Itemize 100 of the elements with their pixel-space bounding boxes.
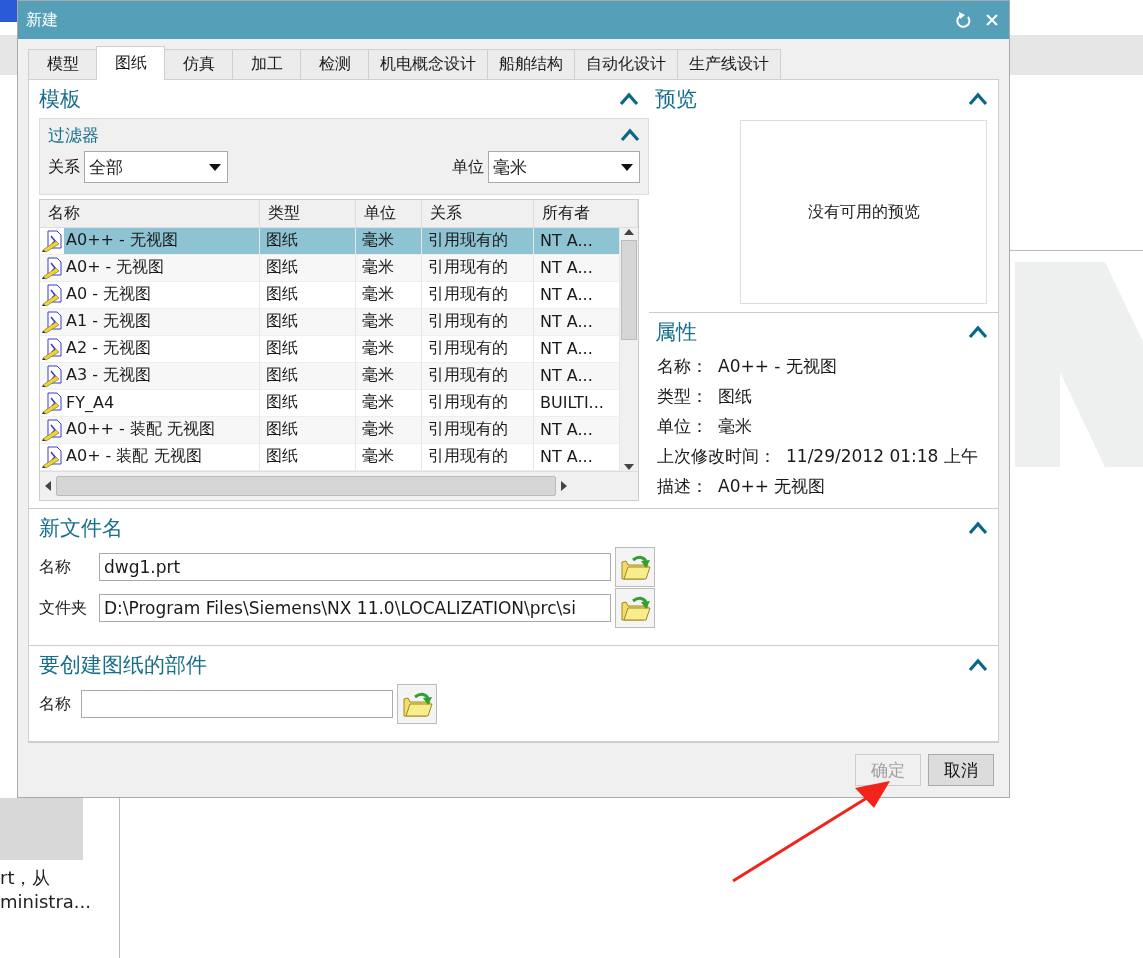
browse-button[interactable] bbox=[615, 588, 655, 629]
drawing-icon bbox=[42, 390, 62, 415]
tab[interactable]: 加工 bbox=[232, 49, 301, 79]
property-label: 名称： bbox=[657, 354, 708, 378]
table-cell: 图纸 bbox=[260, 335, 356, 362]
close-button[interactable] bbox=[985, 13, 999, 27]
table-cell: 引用现有的 bbox=[422, 308, 534, 335]
table-row[interactable]: A0++ - 无视图 图纸 毫米 引用现有的 NT A... bbox=[40, 227, 620, 255]
collapse-icon bbox=[620, 127, 640, 143]
dropdown-caret-icon bbox=[209, 163, 221, 171]
table-cell: 引用现有的 bbox=[422, 227, 534, 254]
drawing-icon bbox=[42, 363, 62, 388]
column-header[interactable]: 类型 bbox=[260, 200, 356, 227]
column-header[interactable]: 所有者 bbox=[534, 200, 638, 227]
table-cell: 毫米 bbox=[356, 443, 422, 470]
table-cell: 引用现有的 bbox=[422, 281, 534, 308]
vertical-scrollbar[interactable] bbox=[620, 227, 638, 471]
collapse-button[interactable] bbox=[619, 91, 639, 107]
property-label: 单位： bbox=[657, 414, 708, 438]
dropdown-caret-icon bbox=[621, 163, 633, 171]
section-title: 模板 bbox=[39, 86, 81, 113]
tab[interactable]: 船舶结构 bbox=[487, 49, 575, 79]
table-cell: A2 - 无视图 bbox=[66, 338, 152, 359]
table-cell: A1 - 无视图 bbox=[66, 311, 152, 332]
browse-button[interactable] bbox=[615, 547, 655, 588]
table-row[interactable]: A2 - 无视图 图纸 毫米 引用现有的 NT A... bbox=[40, 335, 620, 363]
text-field[interactable]: dwg1.prt bbox=[99, 553, 611, 582]
text-field[interactable]: D:\Program Files\Siemens\NX 11.0\LOCALIZATION\prc\si bbox=[99, 594, 611, 623]
table-cell: 图纸 bbox=[260, 416, 356, 443]
dialog-button[interactable]: 取消 bbox=[928, 754, 994, 786]
collapse-icon bbox=[968, 91, 988, 107]
table-cell: NT A... bbox=[534, 227, 620, 254]
table-cell: 引用现有的 bbox=[422, 443, 534, 470]
scroll-right-icon bbox=[560, 479, 568, 492]
drawing-icon bbox=[42, 255, 62, 280]
table-cell: 引用现有的 bbox=[422, 254, 534, 281]
tab[interactable]: 自动化设计 bbox=[574, 49, 678, 79]
table-cell: 毫米 bbox=[356, 227, 422, 254]
table-row[interactable]: A0 - 无视图 图纸 毫米 引用现有的 NT A... bbox=[40, 281, 620, 309]
table-row[interactable]: A1 - 无视图 图纸 毫米 引用现有的 NT A... bbox=[40, 308, 620, 336]
field-label: 文件夹 bbox=[39, 597, 88, 619]
drawing-icon bbox=[42, 417, 62, 442]
table-row[interactable]: A0+ - 无视图 图纸 毫米 引用现有的 NT A... bbox=[40, 254, 620, 282]
tab[interactable]: 检测 bbox=[300, 49, 369, 79]
section-title: 新文件名 bbox=[39, 514, 123, 542]
reset-icon bbox=[955, 12, 971, 28]
dropdown[interactable]: 毫米 bbox=[488, 151, 640, 183]
collapse-button[interactable] bbox=[968, 324, 988, 340]
section-title: 属性 bbox=[655, 319, 697, 346]
browse-button[interactable] bbox=[397, 684, 437, 725]
table-row[interactable]: A0+ - 装配 无视图 图纸 毫米 引用现有的 NT A... bbox=[40, 443, 620, 471]
drawing-icon bbox=[42, 228, 62, 253]
section-title: 预览 bbox=[655, 86, 697, 113]
property-value: A0++ 无视图 bbox=[718, 474, 826, 498]
collapse-button[interactable] bbox=[968, 656, 988, 673]
column-header[interactable]: 名称 bbox=[40, 200, 260, 227]
property-value: A0++ - 无视图 bbox=[718, 354, 837, 378]
table-cell: 毫米 bbox=[356, 416, 422, 443]
section-title: 要创建图纸的部件 bbox=[39, 651, 207, 679]
horizontal-scrollbar[interactable] bbox=[40, 470, 638, 500]
table-cell: 引用现有的 bbox=[422, 362, 534, 389]
table-cell: 图纸 bbox=[260, 389, 356, 416]
collapse-button[interactable] bbox=[968, 519, 988, 536]
table-cell: 图纸 bbox=[260, 308, 356, 335]
table-cell: 引用现有的 bbox=[422, 335, 534, 362]
table-row[interactable]: A0++ - 装配 无视图 图纸 毫米 引用现有的 NT A... bbox=[40, 416, 620, 444]
property-label: 类型： bbox=[657, 384, 708, 408]
dropdown[interactable]: 全部 bbox=[84, 151, 228, 183]
drawing-icon bbox=[42, 444, 62, 469]
table-cell: A0++ - 无视图 bbox=[66, 230, 178, 251]
section-title: 过滤器 bbox=[48, 123, 99, 147]
collapse-button[interactable] bbox=[620, 127, 640, 143]
collapse-button[interactable] bbox=[968, 91, 988, 107]
field-label: 关系 bbox=[48, 156, 80, 178]
tab[interactable]: 生产线设计 bbox=[677, 49, 781, 79]
table-cell: 毫米 bbox=[356, 335, 422, 362]
tab[interactable]: 仿真 bbox=[164, 49, 233, 79]
property-value: 11/29/2012 01:18 上午 bbox=[786, 444, 978, 468]
column-header[interactable]: 关系 bbox=[422, 200, 534, 227]
table-cell: FY_A4 bbox=[66, 393, 115, 412]
field-label: 名称 bbox=[39, 556, 72, 578]
tab[interactable]: 机电概念设计 bbox=[368, 49, 488, 79]
table-cell: 引用现有的 bbox=[422, 389, 534, 416]
field-label: 单位 bbox=[452, 156, 484, 178]
reset-button[interactable] bbox=[955, 12, 971, 28]
table-cell: 图纸 bbox=[260, 227, 356, 254]
table-cell: 毫米 bbox=[356, 254, 422, 281]
table-cell: 图纸 bbox=[260, 254, 356, 281]
table-cell: 毫米 bbox=[356, 362, 422, 389]
collapse-icon bbox=[968, 324, 988, 340]
close-icon bbox=[985, 13, 999, 27]
collapse-icon bbox=[968, 656, 988, 673]
text-field[interactable] bbox=[81, 690, 393, 719]
preview-message: 没有可用的预览 bbox=[807, 201, 920, 223]
table-row[interactable]: FY_A4 图纸 毫米 引用现有的 BUILTI... bbox=[40, 389, 620, 417]
tab[interactable]: 模型 bbox=[28, 49, 97, 79]
column-header[interactable]: 单位 bbox=[356, 200, 422, 227]
tab[interactable]: 图纸 bbox=[96, 46, 165, 80]
table-cell: 毫米 bbox=[356, 308, 422, 335]
table-row[interactable]: A3 - 无视图 图纸 毫米 引用现有的 NT A... bbox=[40, 362, 620, 390]
